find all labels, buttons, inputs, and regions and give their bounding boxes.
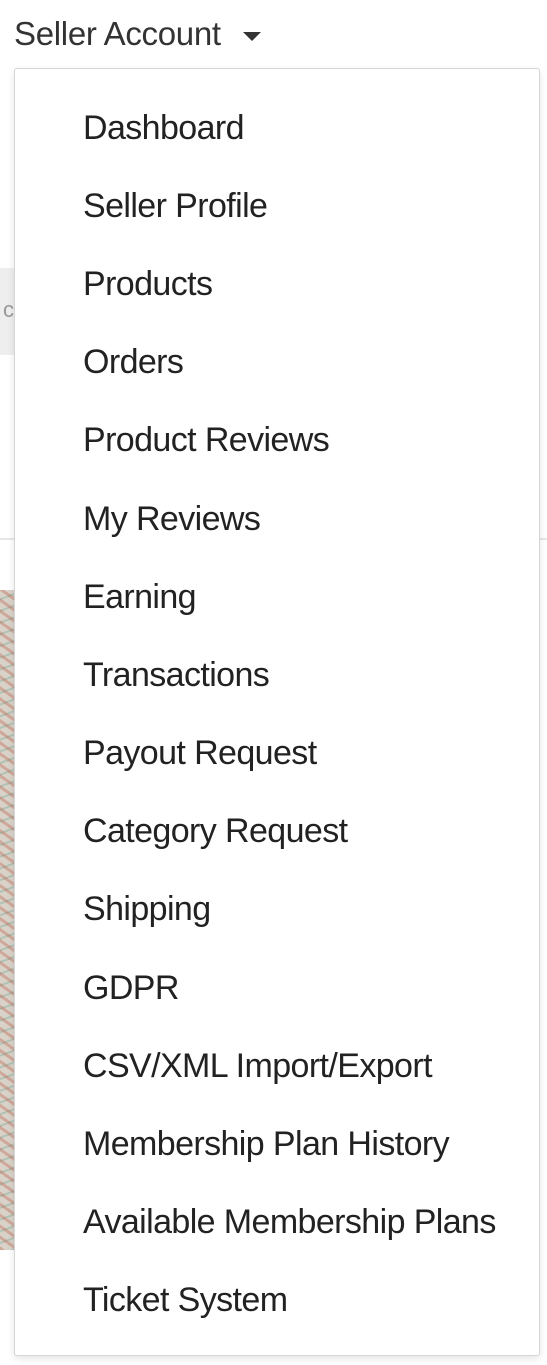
menu-item-membership-plan-history[interactable]: Membership Plan History [55, 1105, 539, 1183]
menu-item-ticket-system[interactable]: Ticket System [55, 1262, 539, 1340]
menu-item-category-request[interactable]: Category Request [55, 793, 539, 871]
menu-item-gdpr[interactable]: GDPR [55, 949, 539, 1027]
menu-item-orders[interactable]: Orders [55, 324, 539, 402]
menu-item-seller-profile[interactable]: Seller Profile [55, 167, 539, 245]
menu-item-product-reviews[interactable]: Product Reviews [55, 402, 539, 480]
chevron-down-icon [242, 31, 261, 41]
menu-item-csv-xml-import-export[interactable]: CSV/XML Import/Export [55, 1027, 539, 1105]
menu-item-dashboard[interactable]: Dashboard [55, 89, 539, 167]
seller-account-menu: Dashboard Seller Profile Products Orders… [14, 68, 540, 1356]
menu-item-my-reviews[interactable]: My Reviews [55, 480, 539, 558]
menu-item-payout-request[interactable]: Payout Request [55, 715, 539, 793]
menu-item-available-membership-plans[interactable]: Available Membership Plans [55, 1184, 539, 1262]
seller-account-label: Seller Account [14, 15, 221, 52]
menu-item-products[interactable]: Products [55, 245, 539, 323]
background-page-text-fragment: c [3, 297, 14, 322]
menu-item-earning[interactable]: Earning [55, 558, 539, 636]
menu-item-transactions[interactable]: Transactions [55, 636, 539, 714]
seller-account-dropdown-toggle[interactable]: Seller Account [14, 10, 261, 58]
menu-item-shipping[interactable]: Shipping [55, 871, 539, 949]
